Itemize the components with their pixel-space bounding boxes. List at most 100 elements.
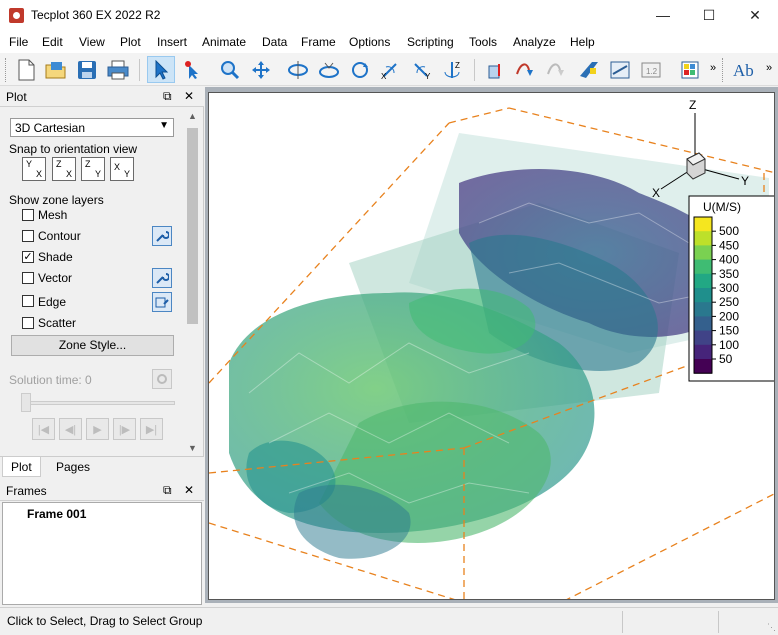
edge-checkbox[interactable] [22,295,34,307]
orient-yx-button[interactable]: Y X [22,157,46,181]
solution-time-slider[interactable] [22,401,175,405]
select-arrow-icon[interactable] [147,56,175,83]
new-layout-icon[interactable] [12,56,40,83]
legend-swatch [694,330,712,346]
menu-data[interactable]: Data [262,35,287,49]
main-toolbar: X Y Z 1.2 » Ab » [0,53,778,86]
plot-attributes-icon[interactable] [676,56,704,83]
open-layout-icon[interactable] [42,56,70,83]
solution-time-slider-thumb[interactable] [21,393,31,412]
probe-icon[interactable] [481,56,509,83]
solution-time-settings-button[interactable] [152,369,172,389]
rotate-x-icon[interactable]: X [377,56,405,83]
print-icon[interactable] [104,56,132,83]
orient-axis-label: X [66,169,73,179]
step-forward-icon[interactable]: |▶ [113,418,136,440]
tecplot-app-icon [9,8,24,23]
zone-layers-label: Show zone layers [9,193,104,207]
slice-icon[interactable] [575,56,603,83]
first-step-icon[interactable]: |◀ [32,418,55,440]
close-button[interactable]: ✕ [732,0,778,31]
plot-type-select[interactable]: 3D Cartesian ▼ [10,118,174,137]
rotate-spherical-icon[interactable] [284,56,312,83]
zone-style-button[interactable]: Zone Style... [11,335,174,356]
panel-close-icon[interactable]: ✕ [184,89,194,103]
legend-level-label: 500 [719,224,739,238]
blanking-icon[interactable]: 1.2 [637,56,665,83]
legend-title: U(M/S) [703,200,741,214]
contour-legend[interactable]: U(M/S) 50045040035030025020015010050 [688,195,775,382]
undock-icon[interactable]: ⧉ [163,483,172,498]
tab-plot[interactable]: Plot [2,457,41,477]
toolbar-overflow-icon[interactable]: » [710,62,716,74]
rotate-z-icon[interactable]: Z [439,56,467,83]
toolbar-grip[interactable] [5,58,8,82]
translate-icon[interactable] [247,56,275,83]
zoom-icon[interactable] [216,56,244,83]
text-tool-icon[interactable]: Ab [731,56,759,83]
orient-zy-button[interactable]: Z Y [81,157,105,181]
plot-panel-scrollbar[interactable]: ▲ ▼ [184,108,201,455]
menu-help[interactable]: Help [570,35,595,49]
undock-icon[interactable]: ⧉ [163,89,172,104]
step-back-icon[interactable]: ◀| [59,418,82,440]
rotate-rollerball-icon[interactable] [315,56,343,83]
scatter-label: Scatter [38,316,77,330]
rotate-y-icon[interactable]: Y [408,56,436,83]
edge-details-button[interactable] [152,292,172,312]
wrench-icon [156,273,169,284]
save-icon[interactable] [73,56,101,83]
solution-time-label: Solution time: 0 [9,373,92,387]
scatter-checkbox[interactable] [22,317,34,329]
panel-close-icon[interactable]: ✕ [184,483,194,497]
solution-time-value: 0 [85,373,92,387]
tab-pages[interactable]: Pages [48,457,98,477]
contour-checkbox[interactable] [22,230,34,242]
maximize-button[interactable]: ☐ [686,0,732,31]
resize-grip-icon[interactable]: ⋱ [767,622,776,633]
menu-view[interactable]: View [79,35,105,49]
frame-list-item[interactable]: Frame 001 [27,507,86,521]
axis-x-label: X [652,186,660,200]
minimize-button[interactable]: — [640,0,686,31]
menu-plot[interactable]: Plot [120,35,141,49]
streamtrace-disabled-icon [543,56,571,83]
menu-edit[interactable]: Edit [42,35,63,49]
orient-axis-label: Z [85,159,91,169]
plot-canvas[interactable]: Z Y X U(M/S) 500 450 400 350 300 250 200 150 100… [208,92,775,600]
adjustor-arrow-icon[interactable] [178,56,206,83]
menu-options[interactable]: Options [349,35,390,49]
contour-details-button[interactable] [152,226,172,246]
menu-analyze[interactable]: Analyze [513,35,556,49]
rotate-twist-icon[interactable] [346,56,374,83]
shade-checkbox[interactable]: ✓ [22,251,34,263]
orient-zx-button[interactable]: Z X [52,157,76,181]
vector-checkbox[interactable] [22,272,34,284]
last-step-icon[interactable]: ▶| [140,418,163,440]
svg-text:X: X [381,72,387,80]
menu-file[interactable]: File [9,35,28,49]
menu-scripting[interactable]: Scripting [407,35,454,49]
iso-surface-icon[interactable] [606,56,634,83]
vector-details-button[interactable] [152,268,172,288]
orient-xy-button[interactable]: X Y [110,157,134,181]
menu-insert[interactable]: Insert [157,35,187,49]
toolbar-overflow-icon[interactable]: » [766,62,772,74]
scroll-thumb[interactable] [187,128,198,324]
status-divider [622,611,623,633]
scroll-up-icon[interactable]: ▲ [188,111,197,121]
scroll-down-icon[interactable]: ▼ [188,443,197,453]
menu-animate[interactable]: Animate [202,35,246,49]
menu-frame[interactable]: Frame [301,35,336,49]
legend-level-label: 250 [719,295,739,309]
legend-swatch [694,288,712,303]
gear-icon [157,374,167,384]
play-icon[interactable]: ▶ [86,418,109,440]
menu-tools[interactable]: Tools [469,35,497,49]
status-message: Click to Select, Drag to Select Group [7,614,203,628]
legend-swatch [694,245,712,261]
toolbar-grip[interactable] [722,58,725,82]
legend-swatches [693,216,713,374]
streamtrace-icon[interactable] [512,56,540,83]
mesh-checkbox[interactable] [22,209,34,221]
